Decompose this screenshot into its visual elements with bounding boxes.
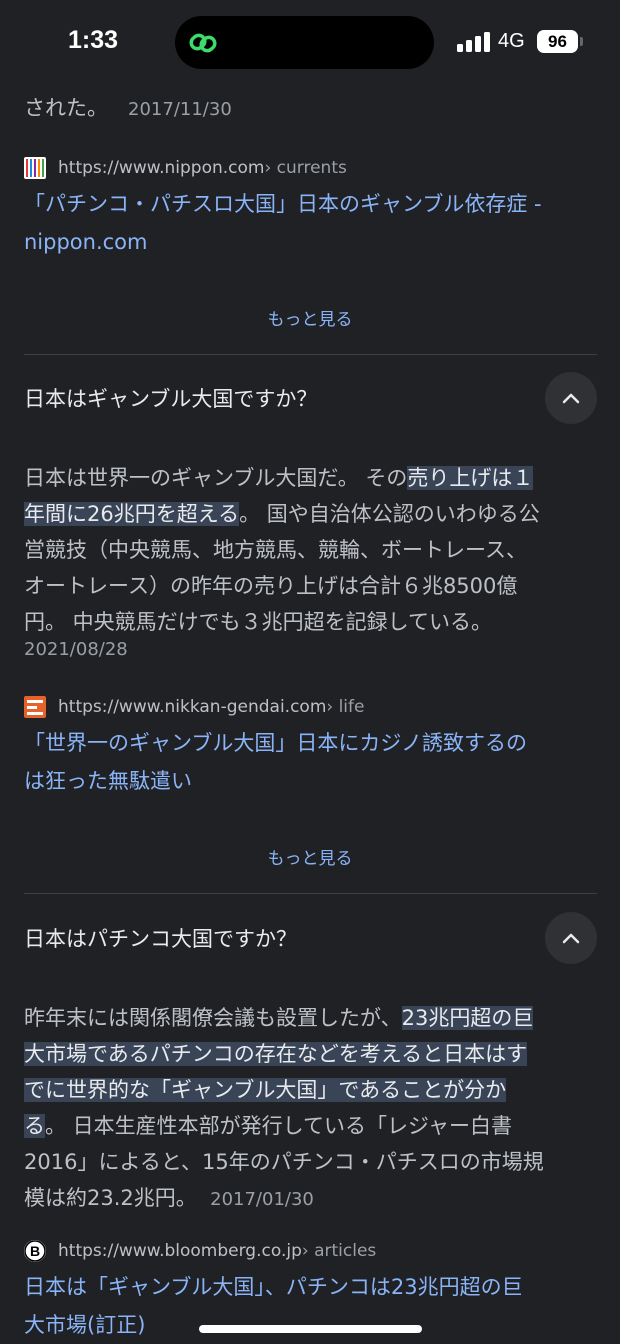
bloomberg-favicon-icon: B [24,1240,46,1262]
status-bar: 1:33 4G 96 [0,0,620,84]
source-url: https://www.bloomberg.co.jp [58,1241,302,1261]
collapse-button[interactable] [545,912,597,964]
answer-date: 2021/08/28 [24,639,128,660]
faq-question[interactable]: 日本はパチンコ大国ですか？ [24,923,297,953]
source-path: › currents [264,158,347,178]
battery-nub [580,37,583,46]
link-chain-icon [189,33,217,53]
title-line: 日本は「ギャンブル大国」、パチンコは23兆円超の巨 [24,1275,523,1299]
show-more-button[interactable]: もっと見る [0,844,620,869]
title-line: 「パチンコ・パチスロ大国」日本のギャンブル依存症 - [24,192,542,216]
answer-date: 2017/01/30 [210,1189,314,1210]
battery-icon: 96 [537,30,578,53]
chevron-up-icon [562,933,580,944]
source-url: https://www.nippon.com [58,158,265,178]
answer-text: オートレース）の昨年の売り上げは合計６兆8500億 [24,574,518,598]
source-path: › life [326,697,365,717]
svg-text:B: B [30,1243,40,1259]
cellular-signal-icon [457,30,491,52]
collapse-button[interactable] [545,372,597,424]
show-more-button[interactable]: もっと見る [0,305,620,330]
divider [24,354,597,355]
answer-text: 営競技（中央競馬、地方競馬、競輪、ボートレース、 [24,538,527,562]
chevron-up-icon [562,393,580,404]
result-title-link[interactable]: 「パチンコ・パチスロ大国」日本のギャンブル依存症 - nippon.com [24,185,599,261]
dynamic-island [175,16,434,69]
answer-text: 昨年末には関係閣僚会議も設置したが、 [24,1006,402,1030]
answer-text: 。 日本生産性本部が発行している「レジャー白書 [45,1114,512,1138]
title-line: 「世界一のギャンブル大国」日本にカジノ誘致するの [24,731,527,755]
answer-text: 円。 中央競馬だけでも３兆円超を記録している。 [24,610,493,634]
status-time: 1:33 [68,26,119,54]
snippet-date: 2017/11/30 [128,99,232,120]
answer-highlight: る [24,1114,45,1138]
answer-highlight: 23兆円超の巨 [401,1006,534,1030]
divider [24,893,597,894]
faq-answer: 昨年末には関係閣僚会議も設置したが、23兆円超の巨 大市場であるパチンコの存在な… [24,1000,596,1218]
faq-question[interactable]: 日本はギャンブル大国ですか？ [24,383,317,413]
source-url: https://www.nikkan-gendai.com [58,697,327,717]
answer-highlight: 売り上げは１ [407,466,534,490]
source-path: › articles [301,1241,377,1261]
title-line: は狂った無駄遣い [24,769,192,793]
answer-text: 日本は世界一のギャンブル大国だ。 その [24,466,408,490]
snippet-text: された。 [24,96,108,120]
home-indicator[interactable] [199,1325,422,1333]
faq-answer: 日本は世界一のギャンブル大国だ。 その売り上げは１ 年間に26兆円を超える。 国… [24,460,596,640]
answer-text: 模は約23.2兆円。 [24,1186,197,1210]
result-source-nikkan[interactable]: https://www.nikkan-gendai.com › life [24,695,364,719]
answer-highlight: 大市場であるパチンコの存在などを考えると日本はす [24,1042,528,1066]
answer-highlight: 年間に26兆円を超える [24,502,240,526]
answer-highlight: でに世界的な「ギャンブル大国」であることが分か [24,1078,507,1102]
title-line: nippon.com [24,230,148,254]
nippon-favicon-icon [24,157,46,179]
answer-text: 。 国や自治体公認のいわゆる公 [239,502,540,526]
result-source-nippon[interactable]: https://www.nippon.com › currents [24,156,347,180]
snippet-tail: された。 2017/11/30 [24,90,596,128]
answer-text: 2016」によると、15年のパチンコ・パチスロの市場規 [24,1150,544,1174]
nikkan-favicon-icon [24,696,46,718]
result-title-link[interactable]: 「世界一のギャンブル大国」日本にカジノ誘致するの は狂った無駄遣い [24,724,599,800]
result-source-bloomberg[interactable]: B https://www.bloomberg.co.jp › articles [24,1239,376,1263]
search-results-page: 1:33 4G 96 された。 2017/11/30 https://www.n… [0,0,620,1344]
network-type: 4G [498,30,525,52]
